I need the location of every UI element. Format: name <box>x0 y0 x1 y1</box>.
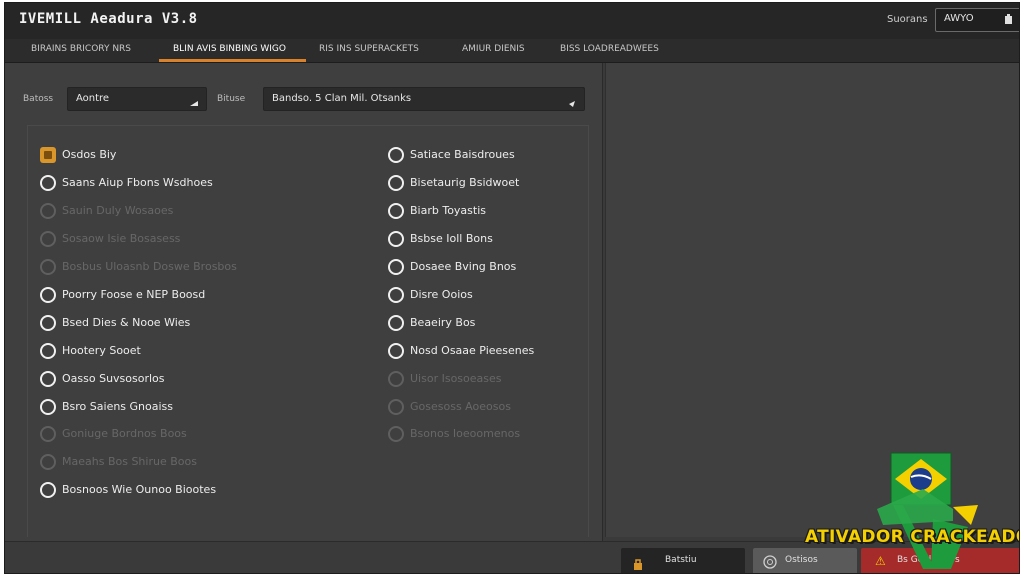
radio-button[interactable] <box>40 315 56 331</box>
search-input-value: AWYO <box>944 13 974 24</box>
tab-5[interactable]: BISS LOADREADWEES <box>560 44 659 54</box>
radio-button <box>40 426 56 442</box>
search-label: Suorans <box>887 14 928 25</box>
radio-button[interactable] <box>40 175 56 191</box>
option-label: Sosaow Isie Bosasess <box>62 232 181 245</box>
radio-button[interactable] <box>40 343 56 359</box>
brazil-flag-icon <box>877 452 978 569</box>
radio-button[interactable] <box>388 203 404 219</box>
tab-1[interactable]: BIRAINS BRICORY NRS <box>31 44 131 54</box>
option-label: Gosesoss Aoeosos <box>410 400 511 413</box>
radio-button[interactable] <box>388 147 404 163</box>
option-label: Uisor Isosoeases <box>410 372 502 385</box>
radio-button <box>388 399 404 415</box>
option-label: Sauin Duly Wosaoes <box>62 204 174 217</box>
filter-left-label: Batoss <box>23 94 54 104</box>
tab-bar: BIRAINS BRICORY NRS BLIN AVIS BINBING WI… <box>5 39 1019 63</box>
radio-button[interactable] <box>388 315 404 331</box>
tab-3[interactable]: RIS INS SUPERACKETS <box>319 44 419 54</box>
radio-button <box>40 231 56 247</box>
checkbox-checked[interactable] <box>40 147 56 163</box>
radio-button <box>40 203 56 219</box>
app-title: IVEMILL Aeadura V3.8 <box>19 11 198 27</box>
radio-button[interactable] <box>40 287 56 303</box>
radio-button <box>388 371 404 387</box>
globe-icon <box>763 554 777 573</box>
option-label: Dosaee Bving Bnos <box>410 260 517 273</box>
option-label: Bosbus Uloasnb Doswe Brosbos <box>62 260 237 273</box>
option-label: Bisetaurig Bsidwoet <box>410 176 520 189</box>
radio-button[interactable] <box>388 175 404 191</box>
search-input[interactable]: AWYO <box>935 8 1019 32</box>
radio-button[interactable] <box>388 231 404 247</box>
option-label: Biarb Toyastis <box>410 204 487 217</box>
option-label: Nosd Osaae Pieesenes <box>410 344 535 357</box>
watermark: ATIVADOR CRACKEADO <box>803 449 1020 573</box>
bottom-button-1-label: Batstiu <box>665 555 697 565</box>
active-tab-indicator <box>159 59 306 62</box>
option-label: Satiace Baisdroues <box>410 148 515 161</box>
radio-button <box>40 454 56 470</box>
option-label: Oasso Suvsosorlos <box>62 372 165 385</box>
option-label: Maeahs Bos Shirue Boos <box>62 455 197 468</box>
option-label: Poorry Foose e NEP Boosd <box>62 288 206 301</box>
filter-right-select[interactable]: Bandso. 5 Clan Mil. Otsanks <box>263 87 585 111</box>
option-label: Disre Ooios <box>410 288 473 301</box>
dropdown-arrow-icon <box>189 94 199 106</box>
filter-left-value: Aontre <box>76 93 110 104</box>
app-window: IVEMILL Aeadura V3.8 Suorans AWYO BIRAIN… <box>4 2 1020 574</box>
filter-right-label: Bituse <box>217 94 246 104</box>
option-label: Saans Aiup Fbons Wsdhoes <box>62 176 213 189</box>
option-label: Bsonos Ioeoomenos <box>410 427 521 440</box>
radio-button[interactable] <box>388 259 404 275</box>
radio-button[interactable] <box>40 371 56 387</box>
radio-button <box>40 259 56 275</box>
title-bar: IVEMILL Aeadura V3.8 Suorans AWYO <box>5 3 1019 39</box>
radio-button <box>388 426 404 442</box>
tab-2[interactable]: BLIN AVIS BINBING WIGO <box>173 44 286 54</box>
option-label: Hootery Sooet <box>62 344 141 357</box>
option-label: Osdos Biy <box>62 148 117 161</box>
radio-button[interactable] <box>40 399 56 415</box>
option-label: Bosnoos Wie Ounoo Biootes <box>62 483 217 496</box>
radio-button[interactable] <box>40 482 56 498</box>
dropdown-arrow-icon <box>567 94 577 107</box>
tab-4[interactable]: AMIUR DIENIS <box>462 44 525 54</box>
option-label: Bsbse Ioll Bons <box>410 232 493 245</box>
radio-button[interactable] <box>388 287 404 303</box>
filter-right-value: Bandso. 5 Clan Mil. Otsanks <box>272 93 412 104</box>
option-label: Bsro Saiens Gnoaiss <box>62 400 174 413</box>
watermark-text: ATIVADOR CRACKEADO <box>805 527 1020 547</box>
lock-icon <box>633 556 643 573</box>
filter-left-select[interactable]: Aontre <box>67 87 207 111</box>
radio-button[interactable] <box>388 343 404 359</box>
search-icon[interactable] <box>1002 12 1016 28</box>
options-list: Osdos Biy Saans Aiup Fbons Wsdhoes Sauin… <box>27 125 589 537</box>
option-label: Goniuge Bordnos Boos <box>62 427 187 440</box>
option-label: Bsed Dies & Nooe Wies <box>62 316 191 329</box>
option-label: Beaeiry Bos <box>410 316 476 329</box>
main-panel: Batoss Aontre Bituse Bandso. 5 Clan Mil.… <box>5 63 603 541</box>
bottom-button-1[interactable]: Batstiu <box>621 548 745 573</box>
